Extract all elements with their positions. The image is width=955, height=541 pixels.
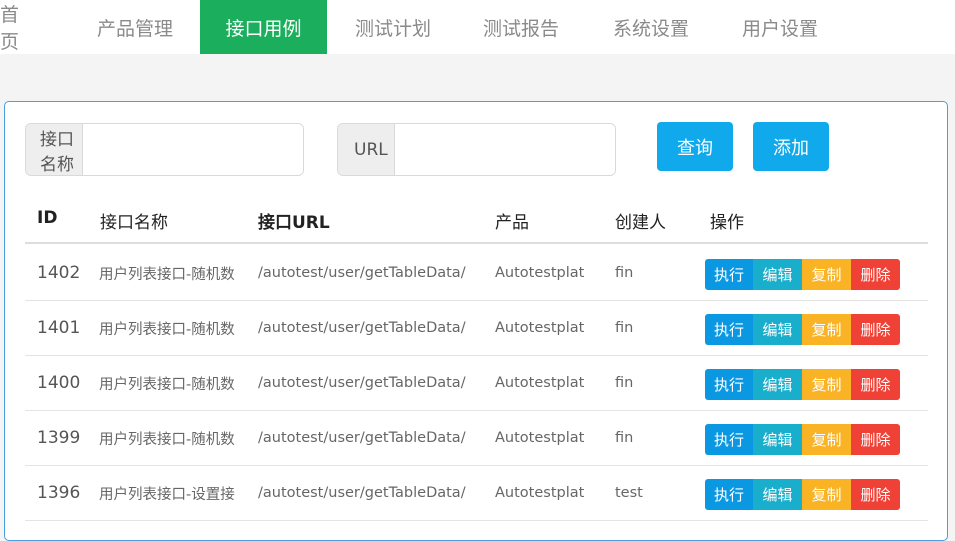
api-name-input[interactable] bbox=[83, 124, 303, 175]
table-row: 1402 用户列表接口-随机数 /autotest/user/getTableD… bbox=[25, 246, 928, 301]
row-actions: 执行 编辑 复制 删除 bbox=[705, 369, 900, 400]
api-cases-panel: 接口名称 URL 查询 添加 ID 接口名称 接口URL 产品 创建人 操作 1… bbox=[4, 101, 948, 541]
row-id: 1400 bbox=[37, 373, 81, 393]
row-id: 1401 bbox=[37, 318, 81, 338]
table-header: ID 接口名称 接口URL 产品 创建人 操作 bbox=[25, 202, 928, 244]
row-api-name: 用户列表接口-随机数 bbox=[99, 321, 235, 338]
copy-button[interactable]: 复制 bbox=[802, 314, 851, 345]
row-creator: fin bbox=[615, 430, 634, 446]
execute-button[interactable]: 执行 bbox=[705, 369, 753, 400]
row-product: Autotestplat bbox=[495, 485, 585, 501]
delete-button[interactable]: 删除 bbox=[851, 259, 900, 290]
row-product: Autotestplat bbox=[495, 320, 585, 336]
nav-home[interactable]: 首 页 bbox=[0, 0, 38, 54]
row-api-url: /autotest/user/getTableData/ bbox=[258, 430, 466, 446]
row-actions: 执行 编辑 复制 删除 bbox=[705, 259, 900, 290]
copy-button[interactable]: 复制 bbox=[802, 424, 851, 455]
row-api-name: 用户列表接口-随机数 bbox=[99, 431, 235, 448]
row-id: 1402 bbox=[37, 263, 81, 283]
row-creator: test bbox=[615, 485, 643, 501]
delete-button[interactable]: 删除 bbox=[851, 314, 900, 345]
row-id: 1396 bbox=[37, 483, 81, 503]
nav-system-settings[interactable]: 系统设置 bbox=[595, 0, 707, 54]
row-api-url: /autotest/user/getTableData/ bbox=[258, 320, 466, 336]
row-api-url: /autotest/user/getTableData/ bbox=[258, 375, 466, 391]
header-api-url: 接口URL bbox=[258, 213, 330, 233]
delete-button[interactable]: 删除 bbox=[851, 369, 900, 400]
delete-button[interactable]: 删除 bbox=[851, 479, 900, 510]
url-search-group: URL bbox=[337, 123, 616, 176]
row-product: Autotestplat bbox=[495, 375, 585, 391]
row-actions: 执行 编辑 复制 删除 bbox=[705, 424, 900, 455]
table-row: 1401 用户列表接口-随机数 /autotest/user/getTableD… bbox=[25, 301, 928, 356]
copy-button[interactable]: 复制 bbox=[802, 369, 851, 400]
delete-button[interactable]: 删除 bbox=[851, 424, 900, 455]
row-id: 1399 bbox=[37, 428, 81, 448]
url-input[interactable] bbox=[395, 124, 615, 175]
execute-button[interactable]: 执行 bbox=[705, 479, 753, 510]
header-api-name: 接口名称 bbox=[100, 213, 168, 233]
copy-button[interactable]: 复制 bbox=[802, 479, 851, 510]
execute-button[interactable]: 执行 bbox=[705, 314, 753, 345]
row-api-name: 用户列表接口-随机数 bbox=[99, 266, 235, 283]
row-api-url: /autotest/user/getTableData/ bbox=[258, 265, 466, 281]
header-id: ID bbox=[37, 208, 58, 228]
url-label: URL bbox=[338, 124, 395, 175]
add-button[interactable]: 添加 bbox=[753, 122, 829, 171]
header-creator: 创建人 bbox=[615, 213, 666, 233]
edit-button[interactable]: 编辑 bbox=[753, 369, 802, 400]
api-name-label: 接口名称 bbox=[26, 124, 83, 175]
edit-button[interactable]: 编辑 bbox=[753, 314, 802, 345]
edit-button[interactable]: 编辑 bbox=[753, 479, 802, 510]
row-actions: 执行 编辑 复制 删除 bbox=[705, 314, 900, 345]
copy-button[interactable]: 复制 bbox=[802, 259, 851, 290]
nav-test-report[interactable]: 测试报告 bbox=[466, 0, 576, 54]
row-api-name: 用户列表接口-设置接 bbox=[99, 486, 235, 503]
table-row: 1400 用户列表接口-随机数 /autotest/user/getTableD… bbox=[25, 356, 928, 411]
row-product: Autotestplat bbox=[495, 430, 585, 446]
api-name-search-group: 接口名称 bbox=[25, 123, 304, 176]
row-creator: fin bbox=[615, 375, 634, 391]
nav-api-cases[interactable]: 接口用例 bbox=[200, 0, 327, 54]
execute-button[interactable]: 执行 bbox=[705, 424, 753, 455]
table-row: 1396 用户列表接口-设置接 /autotest/user/getTableD… bbox=[25, 466, 928, 521]
row-product: Autotestplat bbox=[495, 265, 585, 281]
edit-button[interactable]: 编辑 bbox=[753, 259, 802, 290]
nav-product-management[interactable]: 产品管理 bbox=[80, 0, 190, 54]
query-button[interactable]: 查询 bbox=[657, 122, 733, 171]
edit-button[interactable]: 编辑 bbox=[753, 424, 802, 455]
row-creator: fin bbox=[615, 265, 634, 281]
row-actions: 执行 编辑 复制 删除 bbox=[705, 479, 900, 510]
execute-button[interactable]: 执行 bbox=[705, 259, 753, 290]
top-navigation: 首 页 产品管理 接口用例 测试计划 测试报告 系统设置 用户设置 bbox=[0, 0, 955, 54]
row-api-name: 用户列表接口-随机数 bbox=[99, 376, 235, 393]
row-creator: fin bbox=[615, 320, 634, 336]
table-row: 1399 用户列表接口-随机数 /autotest/user/getTableD… bbox=[25, 411, 928, 466]
nav-test-plan[interactable]: 测试计划 bbox=[338, 0, 448, 54]
nav-user-settings[interactable]: 用户设置 bbox=[724, 0, 836, 54]
row-api-url: /autotest/user/getTableData/ bbox=[258, 485, 466, 501]
header-actions: 操作 bbox=[710, 213, 744, 233]
header-product: 产品 bbox=[495, 213, 529, 233]
